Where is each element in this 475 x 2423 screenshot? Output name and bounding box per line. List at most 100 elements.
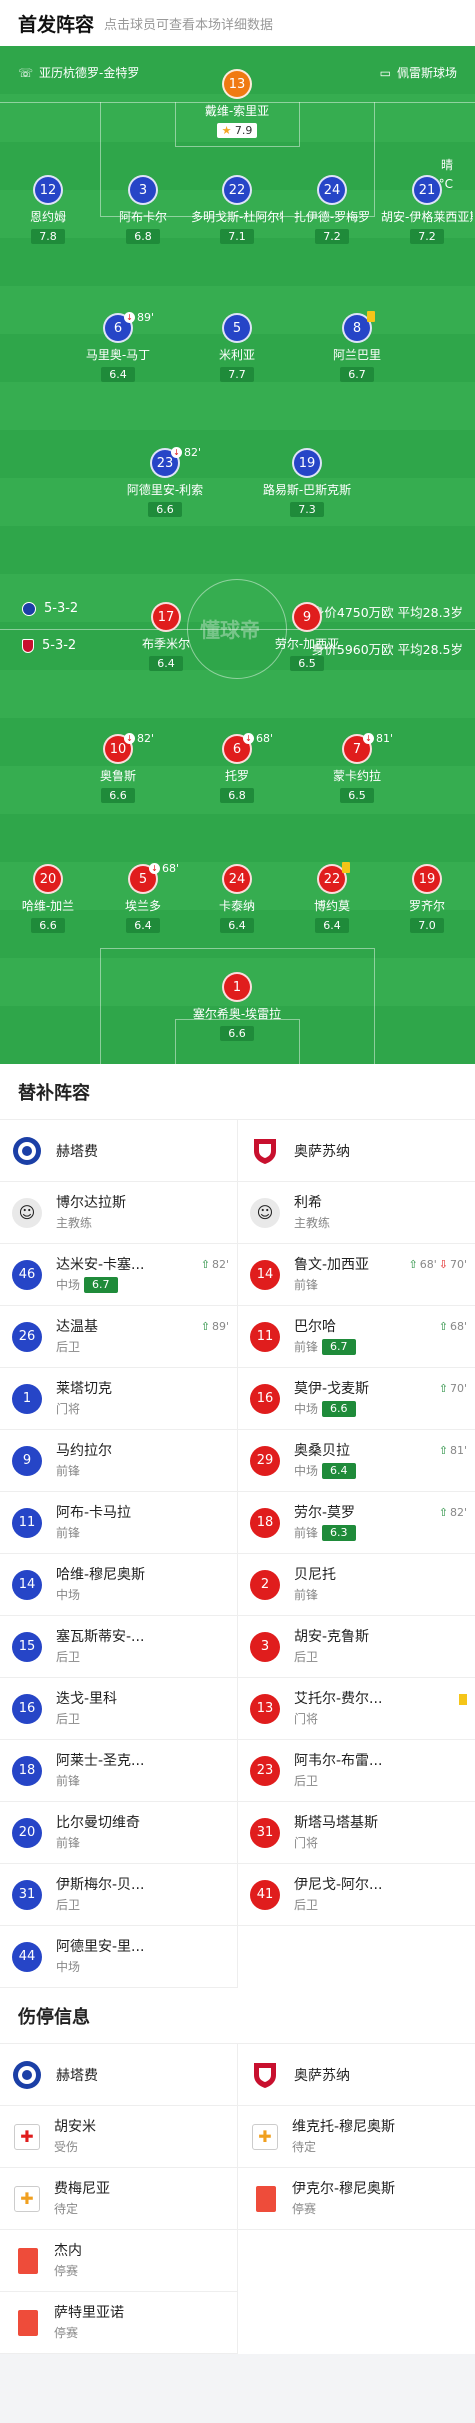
player-position-line: 前锋 <box>56 1771 144 1791</box>
player-position: 前锋 <box>294 1587 319 1602</box>
player-number-badge: 22 <box>222 175 252 205</box>
away-formation: 5-3-2 <box>22 638 76 653</box>
sub-player-row[interactable]: 46 达米安-卡塞... 中场 6.7 ⇧ 82' <box>0 1244 237 1306</box>
player-number-badge: 44 <box>12 1941 42 1972</box>
sub-player-row[interactable]: 44 阿德里安-里... 中场 <box>0 1926 237 1988</box>
player-rating: 6.7 <box>340 367 374 382</box>
player-number-badge: 29 <box>250 1445 280 1476</box>
player-name: 莫伊-戈麦斯 <box>294 1380 370 1397</box>
sub-player-row[interactable]: 9 马约拉尔 前锋 <box>0 1430 237 1492</box>
sub-player-row[interactable]: 20 比尔曼切维奇 前锋 <box>0 1802 237 1864</box>
away-coach-row[interactable]: ☺ 利希 主教练 <box>238 1182 475 1244</box>
player-name: 阿莱士-圣克... <box>56 1752 145 1769</box>
pitch-player[interactable]: 19 罗齐尔 7.0 <box>381 864 473 933</box>
player-name: 卡泰纳 <box>218 899 255 913</box>
player-name: 米利亚 <box>218 348 255 362</box>
player-number-badge: 3 <box>128 175 158 205</box>
player-position: 后卫 <box>56 1649 81 1664</box>
sub-off-icon: ⇩ <box>438 1258 448 1271</box>
injuries-title: 伤停信息 <box>0 1988 475 2044</box>
subs-title: 替补阵容 <box>0 1064 475 1120</box>
sub-player-row[interactable]: 18 劳尔-莫罗 前锋 6.3 ⇧ 82' <box>238 1492 475 1554</box>
sub-player-row[interactable]: 23 阿韦尔-布雷... 后卫 <box>238 1740 475 1802</box>
injury-row[interactable]: ✚ 胡安米 受伤 <box>0 2106 237 2168</box>
player-position: 中场 <box>294 1401 319 1416</box>
sub-player-row[interactable]: 31 伊斯梅尔-贝... 后卫 <box>0 1864 237 1926</box>
pitch-player[interactable]: 22 博约莫 6.4 <box>286 862 378 933</box>
player-position: 中场 <box>56 1587 81 1602</box>
sub-time: 82' <box>184 446 202 459</box>
player-rating: 6.4 <box>101 367 135 382</box>
player-position: 后卫 <box>294 1897 319 1912</box>
player-position-line: 前锋 <box>56 1523 131 1543</box>
sub-player-row[interactable]: 2 贝尼托 前锋 <box>238 1554 475 1616</box>
sub-event: ⇧ 82' <box>439 1506 467 1519</box>
player-position-line: 中场 6.7 <box>56 1275 144 1295</box>
player-number-badge: 24 <box>317 175 347 205</box>
pitch-player[interactable]: 19 路易斯-巴斯克斯 7.3 <box>261 448 353 517</box>
pitch-player[interactable]: 9 劳尔-加西亚 6.5 <box>261 602 353 671</box>
sub-player-row[interactable]: 16 莫伊-戈麦斯 中场 6.6 ⇧ 70' <box>238 1368 475 1430</box>
player-position-line: 门将 <box>294 1833 378 1853</box>
injury-row[interactable]: ✚ 维克托-穆尼奥斯 待定 <box>238 2106 475 2168</box>
sub-player-row[interactable]: 11 阿布-卡马拉 前锋 <box>0 1492 237 1554</box>
sub-player-row[interactable]: 3 胡安-克鲁斯 后卫 <box>238 1616 475 1678</box>
pitch-player[interactable]: 22 多明戈斯-杜阿尔特 7.1 <box>191 175 283 244</box>
player-position: 前锋 <box>56 1835 81 1850</box>
sub-player-row[interactable]: 1 莱塔切克 门将 <box>0 1368 237 1430</box>
injury-status: 停赛 <box>54 2325 79 2340</box>
pitch-player[interactable]: 1 塞尔希奥-埃雷拉 6.6 <box>191 972 283 1041</box>
sub-player-row[interactable]: 14 鲁文-加西亚 前锋 ⇧ 68' ⇩ 70' <box>238 1244 475 1306</box>
player-name: 塞瓦斯蒂安-... <box>56 1628 145 1645</box>
injury-row[interactable]: 萨特里亚诺 停赛 <box>0 2292 237 2354</box>
injury-row[interactable]: 伊克尔-穆尼奥斯 停赛 <box>238 2168 475 2230</box>
pitch-player[interactable]: 10 ↓ 82' 奥鲁斯 6.6 <box>72 732 164 803</box>
sub-player-row[interactable]: 11 巴尔哈 前锋 6.7 ⇧ 68' <box>238 1306 475 1368</box>
pitch-player[interactable]: 12 恩约姆 7.8 <box>2 175 94 244</box>
pitch-player[interactable]: 23 ↓ 82' 阿德里安-利索 6.6 <box>119 446 211 517</box>
pitch-player[interactable]: 5 米利亚 7.7 <box>191 313 283 382</box>
sub-player-row[interactable]: 18 阿莱士-圣克... 前锋 <box>0 1740 237 1802</box>
pitch-player[interactable]: 24 扎伊德-罗梅罗 7.2 <box>286 175 378 244</box>
sub-player-row[interactable]: 41 伊尼戈-阿尔... 后卫 <box>238 1864 475 1926</box>
player-position: 后卫 <box>56 1897 81 1912</box>
sub-player-row[interactable]: 16 迭戈-里科 后卫 <box>0 1678 237 1740</box>
pitch-player[interactable]: 5 ↓ 68' 埃兰多 6.4 <box>97 862 189 933</box>
player-position: 门将 <box>56 1401 81 1416</box>
pitch-player[interactable]: 8 阿兰巴里 6.7 <box>311 311 403 382</box>
sub-player-row[interactable]: 13 艾托尔-费尔... 门将 <box>238 1678 475 1740</box>
player-rating: 6.8 <box>220 788 254 803</box>
yellow-card-icon <box>342 862 350 873</box>
pitch-player[interactable]: 17 布季米尔 6.4 <box>120 602 212 671</box>
player-number-badge: 12 <box>33 175 63 205</box>
pitch-player[interactable]: 24 卡泰纳 6.4 <box>191 864 283 933</box>
sub-off-icon: ↓ <box>243 733 254 744</box>
injury-row[interactable]: 杰内 停赛 <box>0 2230 237 2292</box>
sub-player-row[interactable]: 29 奥桑贝拉 中场 6.4 ⇧ 81' <box>238 1430 475 1492</box>
pitch-player[interactable]: 7 ↓ 81' 蒙卡约拉 6.5 <box>311 732 403 803</box>
sub-player-row[interactable]: 26 达温基 后卫 ⇧ 89' <box>0 1306 237 1368</box>
pitch-player[interactable]: 20 哈维-加兰 6.6 <box>2 864 94 933</box>
pitch-player[interactable]: 6 ↓ 68' 托罗 6.8 <box>191 732 283 803</box>
player-rating: ★ 7.9 <box>216 123 258 138</box>
pitch-player[interactable]: 21 胡安-伊格莱西亚斯 7.2 <box>381 175 473 244</box>
sub-player-row[interactable]: 15 塞瓦斯蒂安-... 后卫 <box>0 1616 237 1678</box>
pitch-player[interactable]: 6 ↓ 89' 马里奥-马丁 6.4 <box>72 311 164 382</box>
player-number-badge: 11 <box>12 1507 42 1538</box>
sub-player-row[interactable]: 31 斯塔马塔基斯 门将 <box>238 1802 475 1864</box>
player-name: 伊克尔-穆尼奥斯 <box>292 2180 396 2197</box>
player-position: 前锋 <box>294 1277 319 1292</box>
player-position: 中场 <box>56 1959 81 1974</box>
sub-player-row[interactable]: 14 哈维-穆尼奥斯 中场 <box>0 1554 237 1616</box>
home-team-row: 赫塔费 <box>0 1120 237 1182</box>
player-number-badge: 2 <box>250 1569 280 1600</box>
home-coach-row[interactable]: ☺ 博尔达拉斯 主教练 <box>0 1182 237 1244</box>
stadium-icon: ▭ <box>379 65 391 80</box>
player-name: 杰内 <box>54 2242 82 2259</box>
pitch-player[interactable]: 13 戴维-索里亚 ★ 7.9 <box>191 69 283 138</box>
pitch-player[interactable]: 3 阿布卡尔 6.8 <box>97 175 189 244</box>
player-name: 蒙卡约拉 <box>332 769 381 783</box>
player-name: 恩约姆 <box>29 210 66 224</box>
player-position-line: 后卫 <box>294 1771 382 1791</box>
injury-row[interactable]: ✚ 费梅尼亚 待定 <box>0 2168 237 2230</box>
